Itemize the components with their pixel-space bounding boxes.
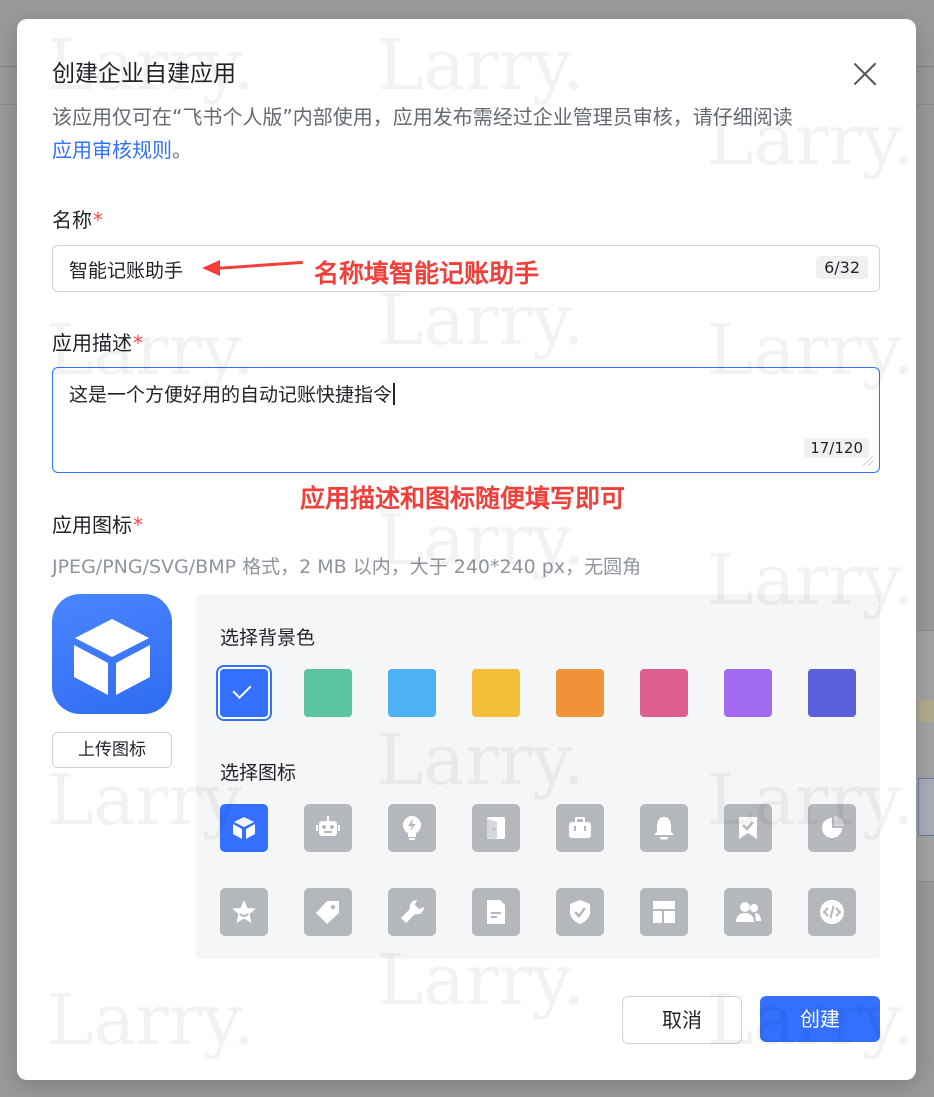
required-mark: * [93,208,103,232]
backdrop-banner [918,700,934,722]
bell-icon [654,817,674,840]
icon-option-bookmark[interactable] [724,804,772,852]
bg-swatch-sky[interactable] [388,669,436,717]
bg-color-section-label: 选择背景色 [220,627,316,649]
icon-option-code[interactable] [808,888,856,936]
icon-option-lightbulb[interactable] [388,804,436,852]
name-char-count: 6/32 [816,256,868,279]
bg-swatch-pink[interactable] [640,669,688,717]
annotation-arrow-head [202,260,220,276]
name-annotation: 名称填智能记账助手 [314,259,540,288]
bg-swatch-indigo[interactable] [808,669,856,717]
create-button[interactable]: 创建 [760,996,880,1042]
create-app-dialog: 创建企业自建应用 该应用仅可在“飞书个人版”内部使用，应用发布需经过企业管理员审… [17,19,916,1080]
resize-handle-icon[interactable] [863,456,873,466]
watermark: Larry. [47,979,255,1061]
icon-option-document[interactable] [472,888,520,936]
description-label: 应用描述* [52,327,143,356]
icon-section-label: 选择图标 [220,762,297,784]
name-input-value: 智能记账助手 [69,260,184,282]
app-icon-preview [52,594,172,714]
description-char-count: 17/120 [804,438,869,458]
description-suffix: 。 [172,138,192,162]
lightbulb-icon [403,816,421,840]
icon-format-hint: JPEG/PNG/SVG/BMP 格式，2 MB 以内，大于 240*240 p… [52,556,642,578]
bg-swatch-purple[interactable] [724,669,772,717]
star-icon [232,900,256,923]
close-icon[interactable] [848,57,882,91]
description-textarea-value: 这是一个方便好用的自动记账快捷指令 [69,380,395,407]
icon-option-pie-chart[interactable] [808,804,856,852]
cube-icon [233,817,255,839]
shield-check-icon [570,900,590,924]
dialog-title: 创建企业自建应用 [52,61,236,87]
review-rules-link[interactable]: 应用审核规则 [52,138,172,162]
bg-swatch-blue[interactable] [220,669,268,717]
icon-option-briefcase[interactable] [556,804,604,852]
name-label-text: 名称 [52,208,92,232]
cube-icon [74,619,150,695]
icon-option-cube[interactable] [220,804,268,852]
description-label-text: 应用描述 [52,331,132,355]
bg-swatch-orange[interactable] [556,669,604,717]
icon-label-text: 应用图标 [52,513,132,537]
icon-option-bell[interactable] [640,804,688,852]
cancel-button[interactable]: 取消 [622,996,742,1044]
backdrop-panel [918,778,934,836]
dialog-description: 该应用仅可在“飞书个人版”内部使用，应用发布需经过企业管理员审核，请仔细阅读 应… [52,101,872,167]
icon-label: 应用图标* [52,509,143,538]
backdrop-card [915,630,934,882]
pie-chart-icon [822,816,844,838]
icon-option-tag[interactable] [304,888,352,936]
icon-option-door[interactable] [472,804,520,852]
watermark: Larry. [377,24,585,106]
text-caret [393,383,395,405]
icon-option-layout[interactable] [640,888,688,936]
door-icon [487,817,505,840]
description-textarea[interactable]: 这是一个方便好用的自动记账快捷指令 17/120 [52,367,880,473]
required-mark: * [133,331,143,355]
briefcase-icon [569,817,591,838]
layout-icon [653,901,675,923]
description-annotation: 应用描述和图标随便填写即可 [300,484,626,513]
tag-icon [316,901,339,924]
description-value-text: 这是一个方便好用的自动记账快捷指令 [69,384,393,406]
description-text: 该应用仅可在“飞书个人版”内部使用，应用发布需经过企业管理员审核，请仔细阅读 [52,105,793,129]
name-label: 名称* [52,204,103,233]
icon-option-star[interactable] [220,888,268,936]
icon-option-shield[interactable] [556,888,604,936]
bookmark-check-icon [739,817,757,839]
icon-option-robot[interactable] [304,804,352,852]
check-icon [237,681,249,701]
users-icon [736,902,761,922]
document-icon [487,900,505,924]
wrench-icon [401,899,425,923]
upload-icon-button[interactable]: 上传图标 [52,732,172,768]
icon-option-wrench[interactable] [388,888,436,936]
code-icon [820,900,844,924]
required-mark: * [133,513,143,537]
icon-option-users[interactable] [724,888,772,936]
bg-swatch-yellow[interactable] [472,669,520,717]
bg-swatch-green[interactable] [304,669,352,717]
robot-icon [316,816,340,836]
